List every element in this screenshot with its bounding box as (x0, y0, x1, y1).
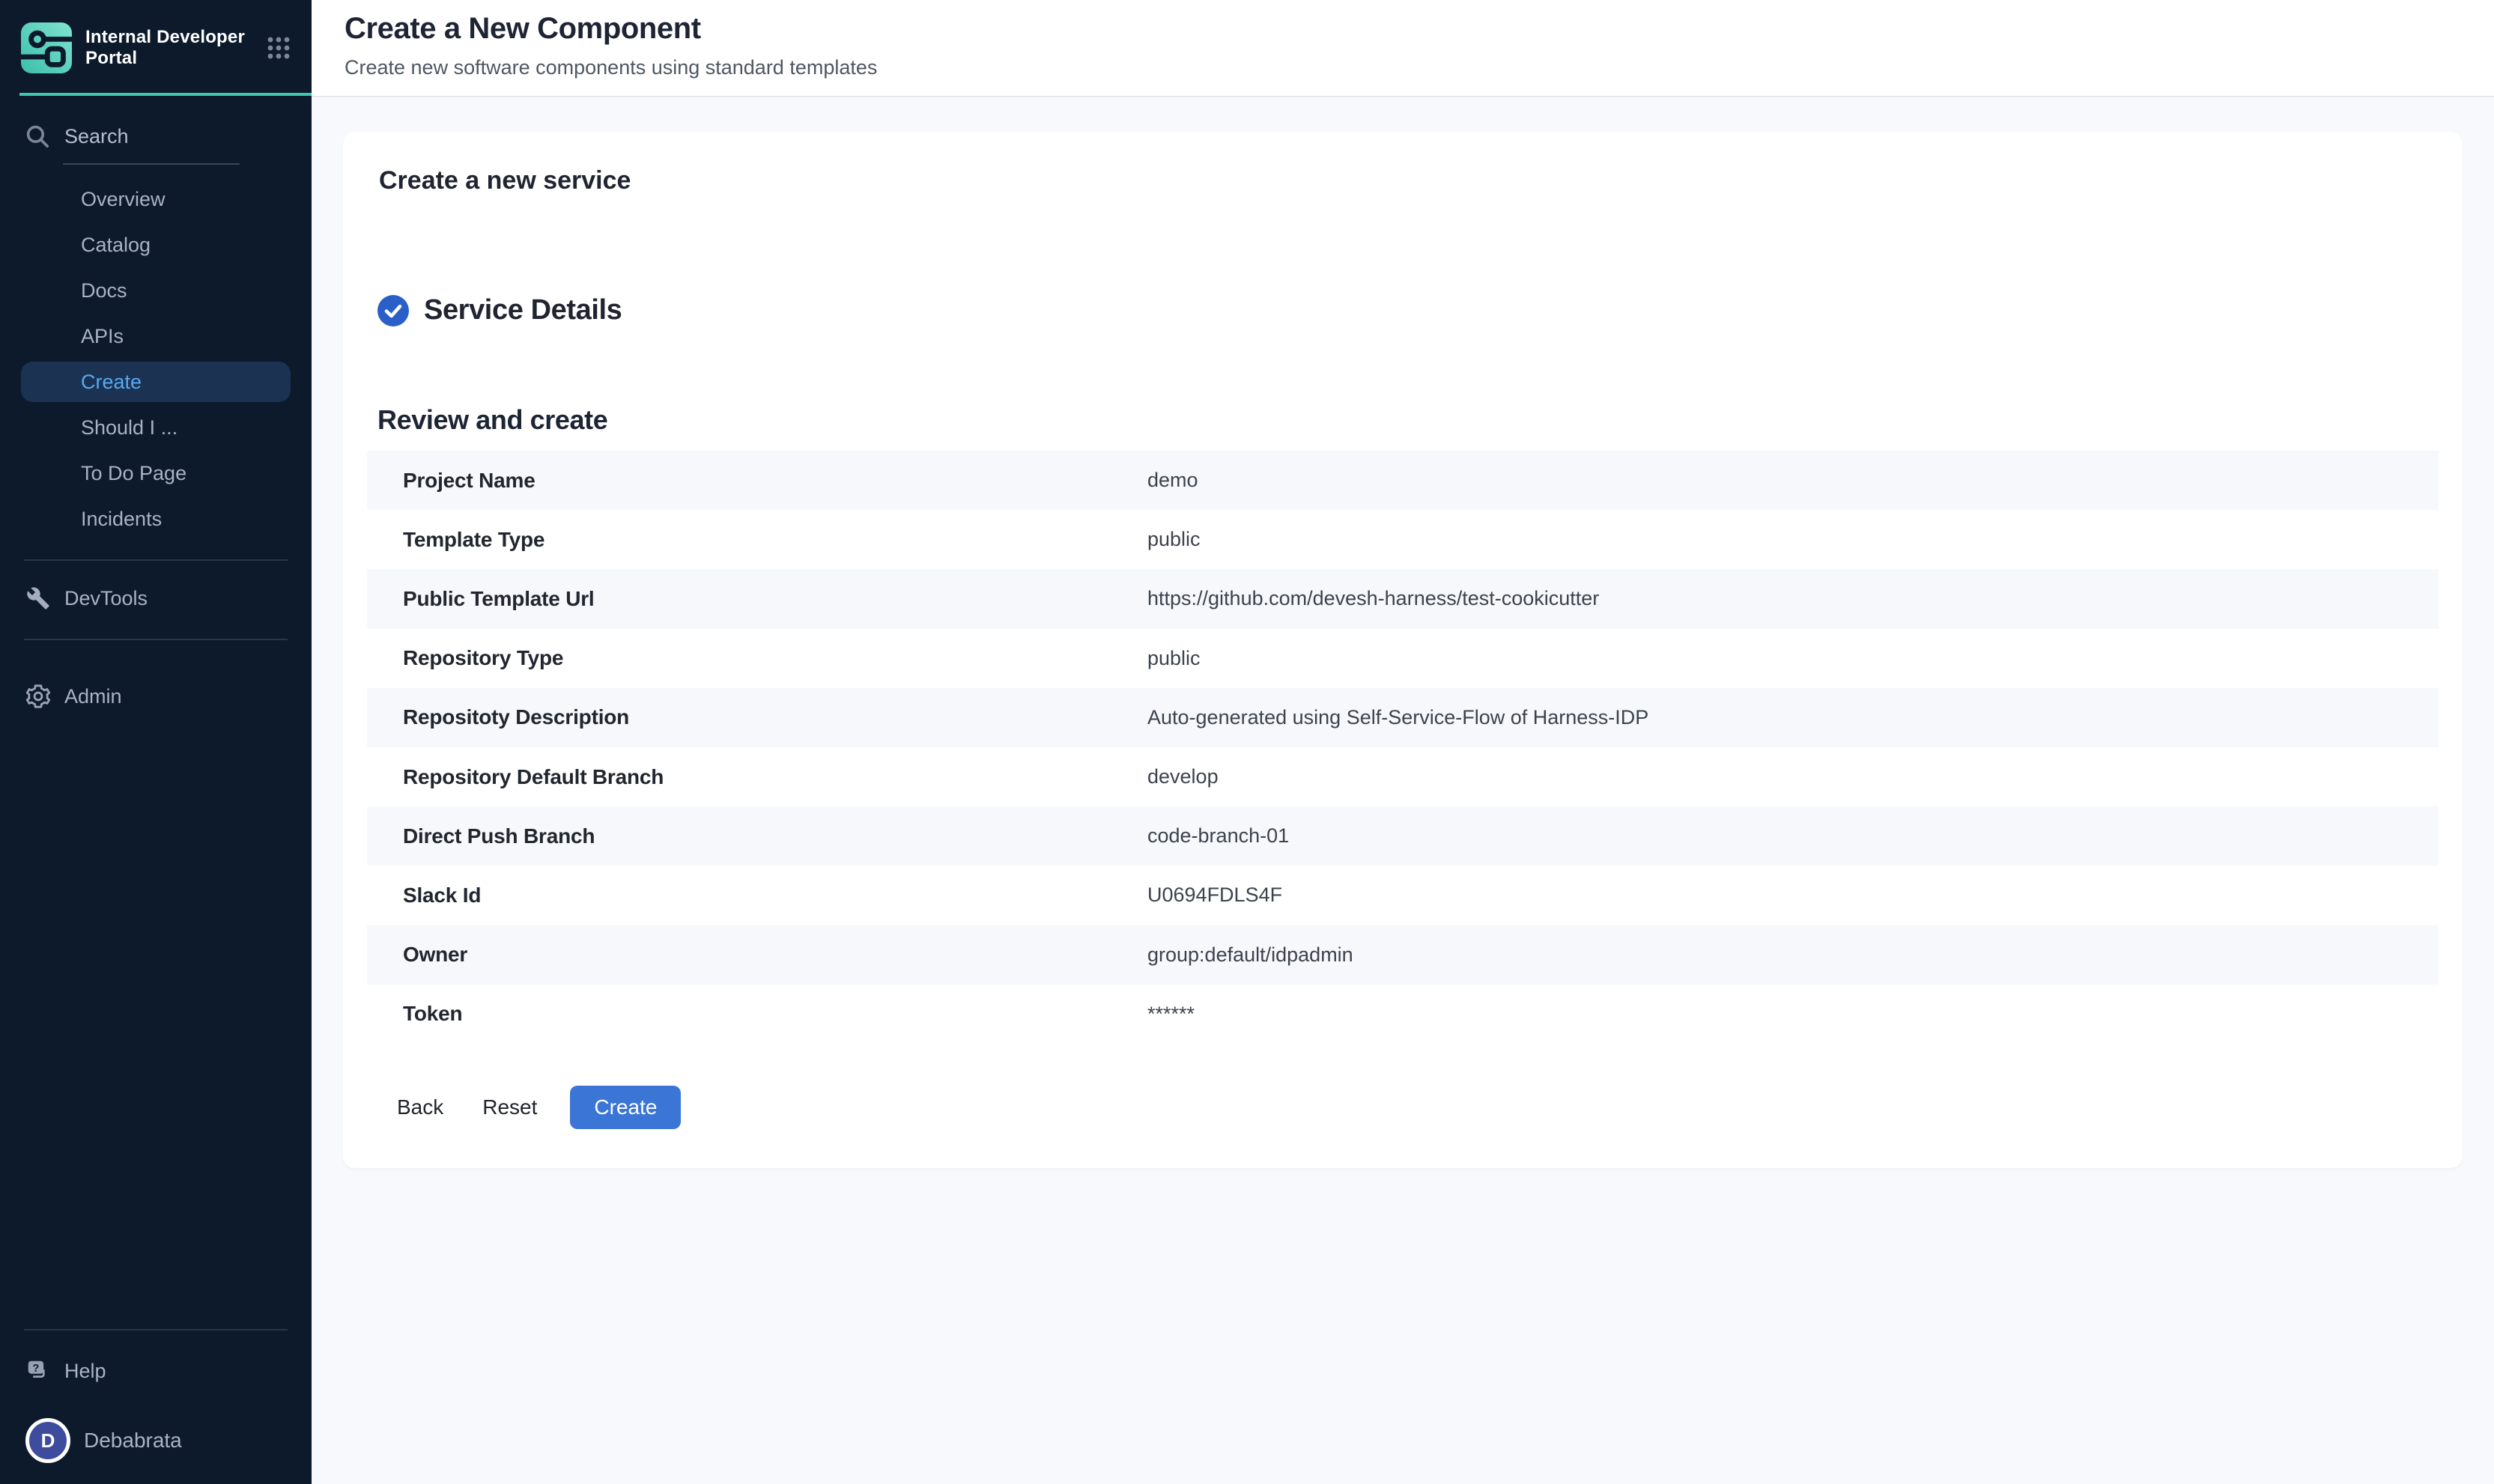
review-label: Public Template Url (367, 587, 1147, 611)
page-header: Create a New Component Create new softwa… (312, 0, 2494, 97)
review-value: develop (1147, 765, 1243, 788)
review-value: ****** (1147, 1003, 1219, 1026)
create-service-card: Create a new service Service Details Rev… (343, 132, 2463, 1168)
sidebar-item-apis[interactable]: APIs (21, 316, 291, 356)
brand-home-link[interactable]: Internal DeveloperPortal (0, 0, 312, 93)
sidebar-item-create[interactable]: Create (21, 362, 291, 402)
review-label: Direct Push Branch (367, 824, 1147, 848)
help-label: Help (64, 1360, 106, 1383)
sidebar-nav: Overview Catalog Docs APIs Create Should… (0, 174, 312, 544)
apps-grid-icon[interactable] (267, 36, 291, 60)
review-row-public-template-url: Public Template Url https://github.com/d… (367, 569, 2439, 628)
sidebar-item-overview[interactable]: Overview (21, 179, 291, 219)
devtools-divider (24, 639, 288, 640)
review-row-project-name: Project Name demo (367, 451, 2439, 510)
sidebar-item-admin[interactable]: Admin (21, 676, 291, 717)
review-title: Review and create (377, 404, 2463, 436)
brand-divider (19, 93, 312, 96)
sidebar-item-incidents[interactable]: Incidents (21, 499, 291, 539)
sidebar-item-devtools[interactable]: DevTools (21, 578, 291, 618)
bottom-divider (24, 1329, 288, 1331)
review-label: Repository Default Branch (367, 765, 1147, 789)
review-label: Owner (367, 943, 1147, 967)
review-value: public (1147, 528, 1225, 551)
review-value: https://github.com/devesh-harness/test-c… (1147, 587, 1623, 610)
search-icon (25, 124, 49, 148)
review-value: code-branch-01 (1147, 824, 1313, 848)
sidebar-spacer (0, 722, 312, 1329)
help-chat-icon: ? (25, 1358, 51, 1384)
create-button[interactable]: Create (570, 1086, 681, 1129)
sidebar-item-todo-page[interactable]: To Do Page (21, 453, 291, 493)
search-divider (63, 163, 240, 165)
back-button[interactable]: Back (397, 1086, 443, 1128)
devtools-label: DevTools (64, 587, 148, 610)
admin-label: Admin (64, 685, 122, 708)
review-row-repository-description: Repositoty Description Auto-generated us… (367, 688, 2439, 747)
page-subtitle: Create new software components using sta… (345, 56, 2458, 79)
review-row-owner: Owner group:default/idpadmin (367, 925, 2439, 985)
review-row-slack-id: Slack Id U0694FDLS4F (367, 866, 2439, 925)
user-name: Debabrata (84, 1429, 182, 1453)
review-label: Template Type (367, 528, 1147, 552)
review-label: Project Name (367, 469, 1147, 493)
review-row-repository-type: Repository Type public (367, 629, 2439, 688)
search-label: Search (64, 125, 129, 148)
sidebar-item-help[interactable]: ? Help (21, 1351, 291, 1391)
sidebar-search[interactable]: Search (21, 115, 291, 157)
review-value: public (1147, 647, 1225, 670)
user-menu[interactable]: D Debabrata (21, 1418, 291, 1463)
step-service-details[interactable]: Service Details (377, 294, 2463, 326)
avatar: D (25, 1418, 70, 1463)
gear-icon (25, 684, 51, 709)
page-content: Create a new service Service Details Rev… (312, 97, 2494, 1484)
review-value: Auto-generated using Self-Service-Flow o… (1147, 706, 1672, 729)
review-label: Token (367, 1002, 1147, 1026)
review-row-direct-push-branch: Direct Push Branch code-branch-01 (367, 806, 2439, 866)
review-value: group:default/idpadmin (1147, 943, 1377, 967)
review-row-token: Token ****** (367, 985, 2439, 1044)
wrench-icon (25, 586, 51, 611)
page-title: Create a New Component (345, 12, 2458, 46)
review-table: Project Name demo Template Type public P… (367, 451, 2439, 1044)
sidebar: Internal DeveloperPortal Search Overview… (0, 0, 312, 1484)
review-value: demo (1147, 469, 1222, 492)
sidebar-item-should-i[interactable]: Should I ... (21, 407, 291, 448)
step-check-icon (377, 295, 409, 326)
nav-section-divider (24, 559, 288, 561)
step-label: Service Details (424, 294, 622, 326)
card-title: Create a new service (379, 166, 2463, 195)
review-label: Repository Type (367, 646, 1147, 670)
reset-button[interactable]: Reset (482, 1086, 537, 1128)
review-row-template-type: Template Type public (367, 510, 2439, 569)
review-label: Slack Id (367, 884, 1147, 907)
sidebar-item-catalog[interactable]: Catalog (21, 225, 291, 265)
idp-logo-icon (21, 22, 72, 73)
review-row-repository-default-branch: Repository Default Branch develop (367, 747, 2439, 806)
main-area: Create a New Component Create new softwa… (312, 0, 2494, 1484)
sidebar-item-docs[interactable]: Docs (21, 270, 291, 311)
app-root: Internal DeveloperPortal Search Overview… (0, 0, 2494, 1484)
review-label: Repositoty Description (367, 705, 1147, 729)
svg-text:?: ? (33, 1363, 40, 1375)
form-actions: Back Reset Create (397, 1086, 2463, 1129)
brand-title: Internal DeveloperPortal (85, 27, 261, 70)
review-value: U0694FDLS4F (1147, 884, 1306, 907)
